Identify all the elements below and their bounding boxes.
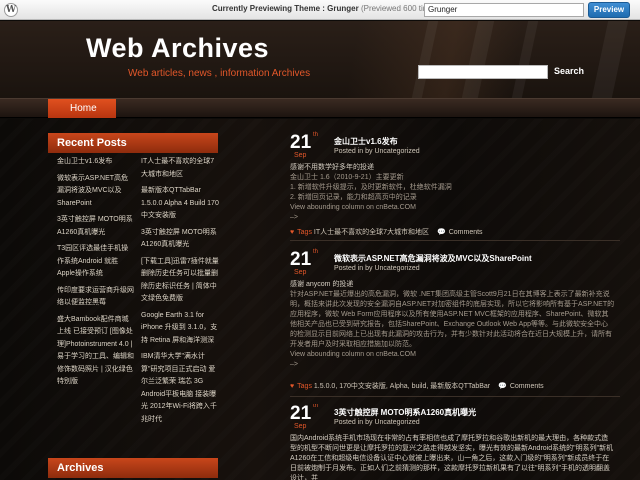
post-tags: ♥ Tags IT人士最不喜欢的全球7大城市和地区 💬 Comments [290,227,483,237]
heart-icon: ♥ [290,383,295,390]
post-day: 21 [290,249,312,270]
recent-posts-column: 金山卫士v1.6发布微软表示ASP.NET高危漏洞将波及MVC以及SharePo… [57,156,135,393]
recent-post-link[interactable]: Google Earth 3.1 for iPhone 升级到 3.1.0，支持… [141,310,219,348]
recent-posts-column: IT人士最不喜欢的全球7大城市和地区最新版本QTTabBar 1.5.0.0 A… [141,156,219,430]
tag-links[interactable]: IT人士最不喜欢的全球7大城市和地区 [314,229,429,236]
header-decoration [591,21,629,98]
post-day-suffix: th [313,132,319,138]
post-day-suffix: th [313,249,319,255]
preview-button[interactable]: Preview [588,2,630,18]
recent-post-link[interactable]: T3园区评选最佳手机操作系统Android 就胜Apple操作系统 [57,243,135,281]
comment-icon: 💬 [498,383,507,390]
recent-post-link[interactable]: 最新版本QTTabBar 1.5.0.0 Alpha 4 Build 170中文… [141,185,219,223]
post-month: Sep [294,423,307,430]
header-decoration [511,21,539,98]
post-body-line: 1. 新增软件升级提示，及时更新软件，杜绝软件漏洞 [290,184,452,191]
nav-home-tab[interactable]: Home [48,99,116,118]
post-body-line: –> [290,214,298,221]
post-entry: 21 th Sep 金山卫士v1.6发布 Posted in by Uncate… [290,132,620,243]
post-day: 21 [290,404,312,424]
post-title[interactable]: 3英寸触控屏 MOTO明系A1260真机曝光 [334,407,476,418]
tag-links[interactable]: 1.5.0.0, 170中文安装版, Alpha, build, 最新版本QTT… [314,383,490,390]
post-meta: Posted in by Uncategorized [334,419,420,426]
post-day: 21 [290,132,312,153]
search-button[interactable]: Search [554,66,584,76]
recent-post-link[interactable]: 3英寸触控屏 MOTO明系A1260真机曝光 [57,214,135,239]
recent-post-link[interactable]: 盛大Bambook配件商城上线 已接受预订 [图像处理]Photoinstrum… [57,314,135,389]
recent-post-link[interactable]: 传印度要求运营商升级网络以便监控黑莓 [57,285,135,310]
main-nav: Home [0,98,640,118]
post-entry: 21 th Sep 微软表示ASP.NET高危漏洞将波及MVC以及SharePo… [290,249,620,400]
site-tagline: Web articles, news , information Archive… [128,68,311,79]
post-entry: 21 th Sep 3英寸触控屏 MOTO明系A1260真机曝光 Posted … [290,404,620,480]
preview-theme-name: Grunger [327,4,359,13]
preview-prefix: Currently Previewing Theme : [212,4,328,13]
comment-icon: 💬 [436,229,446,236]
recent-post-link[interactable]: IT人士最不喜欢的全球7大城市和地区 [141,156,219,181]
site-title[interactable]: Web Archives [86,33,269,64]
theme-preview-bar: W Currently Previewing Theme : Grunger (… [0,0,640,20]
recent-post-link[interactable]: 金山卫士v1.6发布 [57,156,135,169]
post-day-suffix: th [313,404,319,409]
category-link[interactable]: Uncategorized [374,148,419,155]
post-body-line: 感谢不用数学好多年的投递 [290,164,374,171]
post-body-line: 针对ASP.NET最近爆出的高危漏洞，微软 .NET集团高级主管Scott9月2… [290,291,615,348]
post-body-line: 2. 新增回页记录，能力和超高页中的记录 [290,194,417,201]
recent-post-link[interactable]: IBM清华大学"满水计算"研究项目正式启动 爱尔兰泛繁荣 瑞芯 3G Andro… [141,351,219,426]
wordpress-logo-icon: W [4,3,18,17]
post-divider [290,396,620,397]
preview-status-text: Currently Previewing Theme : Grunger (Pr… [212,4,441,13]
category-link[interactable]: Uncategorized [374,265,419,272]
post-meta: Posted in by Uncategorized [334,265,420,272]
tags-label: Tags [297,383,312,390]
post-meta: Posted in by Uncategorized [334,148,420,155]
post-excerpt: 国内Android系统手机市场现在非常的占有率相信也成了摩托罗拉和谷歌出新机的最… [290,434,615,480]
post-title[interactable]: 微软表示ASP.NET高危漏洞将波及MVC以及SharePoint [334,253,532,264]
post-excerpt: 感谢不用数学好多年的投递金山卫士 1.6（2010-9-21）主要更新 1. 新增… [290,163,615,223]
post-tags: ♥ Tags 1.5.0.0, 170中文安装版, Alpha, build, 最… [290,381,544,391]
recent-post-link[interactable]: [下载工具]迅雷7插件就量删除历史任务可以批量删除历史标识任务 | 简体中文绿色… [141,256,219,306]
post-divider [290,240,620,241]
post-excerpt: 感谢 anycom 的投递针对ASP.NET最近爆出的高危漏洞，微软 .NET集… [290,280,615,370]
recent-post-link[interactable]: 微软表示ASP.NET高危漏洞将波及MVC以及SharePoint [57,173,135,211]
post-title[interactable]: 金山卫士v1.6发布 [334,136,398,147]
tags-label: Tags [297,229,312,236]
site-header: Web Archives Web articles, news , inform… [0,21,640,98]
post-month: Sep [294,152,307,159]
category-link[interactable]: Uncategorized [374,419,419,426]
comments-link[interactable]: Comments [449,229,483,236]
recent-posts-title: Recent Posts [48,133,218,153]
header-decoration [411,21,439,98]
meta-prefix: Posted in by [334,148,375,155]
theme-select[interactable]: Grunger [424,3,584,17]
post-body-line: View abounding column on cnBeta.COM [290,351,416,358]
post-month: Sep [294,269,307,276]
archives-title: Archives [48,458,218,478]
header-decoration [461,21,495,98]
meta-prefix: Posted in by [334,265,375,272]
post-body-line: 感谢 anycom 的投递 [290,281,354,288]
recent-post-link[interactable]: 3英寸触控屏 MOTO明系A1260真机曝光 [141,227,219,252]
post-body-line: 金山卫士 1.6（2010-9-21）主要更新 [290,174,404,181]
post-body-line: View abounding column on cnBeta.COM [290,204,416,211]
comments-link[interactable]: Comments [510,383,544,390]
heart-icon: ♥ [290,229,295,236]
meta-prefix: Posted in by [334,419,375,426]
post-body-line: –> [290,361,298,368]
post-body-line: 国内Android系统手机市场现在非常的占有率相信也成了摩托罗拉和谷歌出新机的最… [290,435,614,480]
search-input[interactable] [418,65,548,79]
